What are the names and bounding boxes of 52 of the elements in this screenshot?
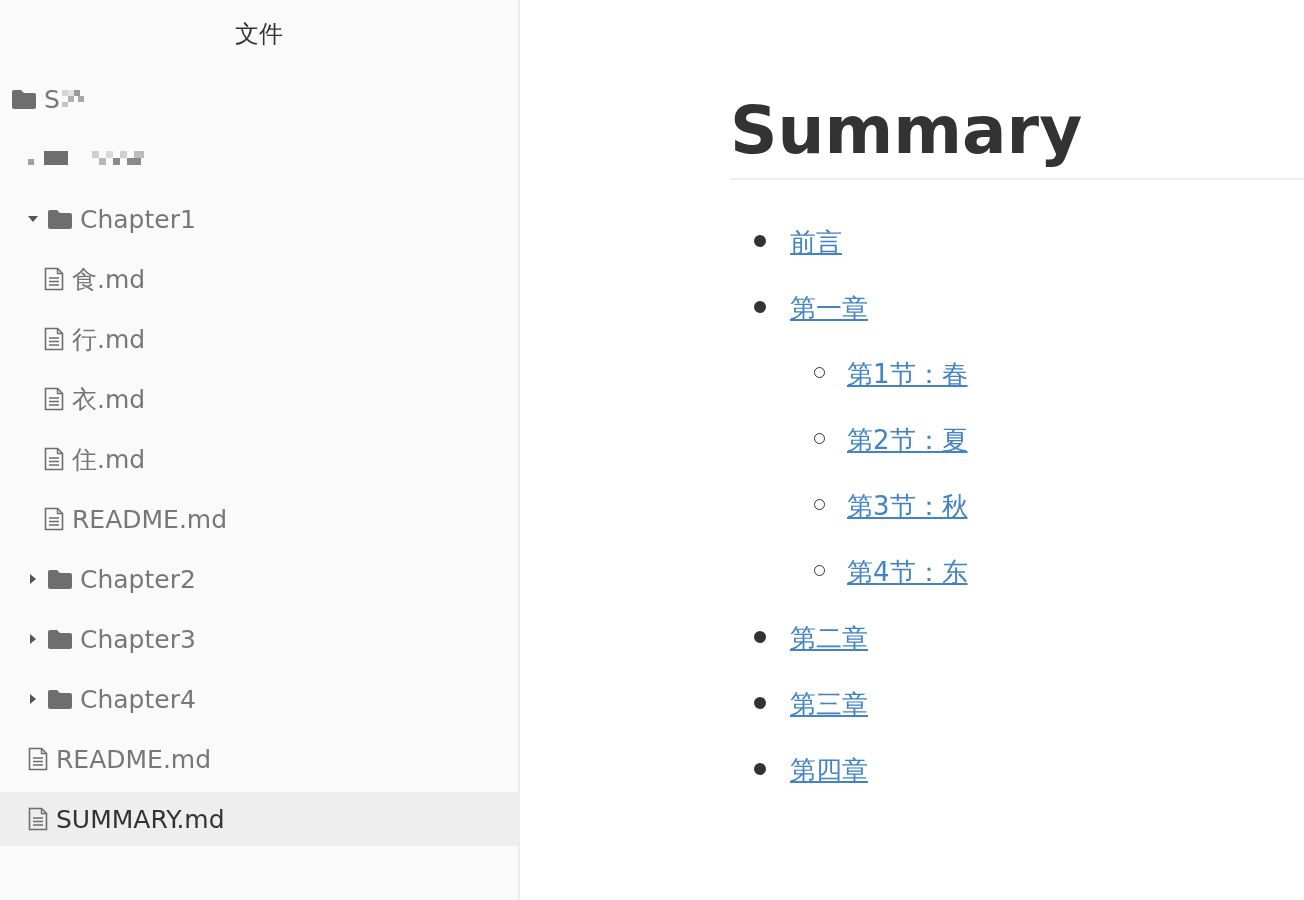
toc-link[interactable]: 第1节：春: [847, 359, 968, 389]
toc-link[interactable]: 第4节：东: [847, 557, 968, 587]
file-icon: [44, 267, 64, 291]
file-icon: [28, 807, 48, 831]
tree-item[interactable]: S: [0, 72, 518, 126]
item-label: Chapter3: [80, 624, 196, 654]
item-label: README.md: [72, 504, 228, 534]
bullet-icon: [754, 300, 766, 313]
sidebar-title: 文件: [234, 19, 284, 50]
tree-item[interactable]: Chapter3: [0, 612, 518, 666]
item-label: Chapter1: [80, 204, 196, 234]
file-icon: [44, 447, 64, 471]
bullet-icon: [754, 762, 766, 775]
folder-icon: [48, 689, 72, 709]
toc-link[interactable]: 第二章: [790, 623, 868, 653]
bullet-icon: [754, 234, 766, 247]
item-label: SUMMARY.md: [56, 804, 225, 834]
item-label: 衣.md: [72, 383, 146, 416]
file-icon: [44, 387, 64, 411]
folder-icon: [48, 569, 72, 589]
item-label: Chapter4: [80, 684, 196, 714]
tree-item[interactable]: 住.md: [0, 432, 518, 486]
item-label: 食.md: [72, 263, 146, 296]
tree-item[interactable]: Chapter2: [0, 552, 518, 606]
tree-item[interactable]: README.md: [0, 732, 518, 786]
item-label: 行.md: [72, 323, 146, 356]
tree-item[interactable]: SUMMARY.md: [0, 792, 518, 846]
file-icon: [28, 747, 48, 771]
tree-item[interactable]: Chapter4: [0, 672, 518, 726]
tree-item[interactable]: 食.md: [0, 252, 518, 306]
item-label: 住.md: [72, 443, 146, 476]
file-icon: [44, 507, 64, 531]
folder-icon: [48, 629, 72, 649]
item-label: README.md: [56, 744, 212, 774]
toc-link[interactable]: 第2节：夏: [847, 425, 968, 455]
item-label: Chapter2: [80, 564, 196, 594]
tree-item[interactable]: Chapter1: [0, 192, 518, 246]
toc-link[interactable]: 前言: [790, 227, 842, 257]
toc-link[interactable]: 第3节：秋: [847, 491, 968, 521]
tree-item[interactable]: README.md: [0, 492, 518, 546]
file-icon: [44, 327, 64, 351]
toc-link[interactable]: 第三章: [790, 689, 868, 719]
bullet-icon: [754, 696, 766, 709]
tree-item[interactable]: 行.md: [0, 312, 518, 366]
document-heading: Summary: [730, 98, 1304, 180]
item-label: S: [44, 84, 60, 114]
bullet-icon: [754, 630, 766, 643]
folder-icon: [48, 209, 72, 229]
tree-item[interactable]: 衣.md: [0, 372, 518, 426]
toc-link[interactable]: 第一章: [790, 293, 868, 323]
toc-link[interactable]: 第四章: [790, 755, 868, 785]
folder-icon: [12, 89, 36, 109]
